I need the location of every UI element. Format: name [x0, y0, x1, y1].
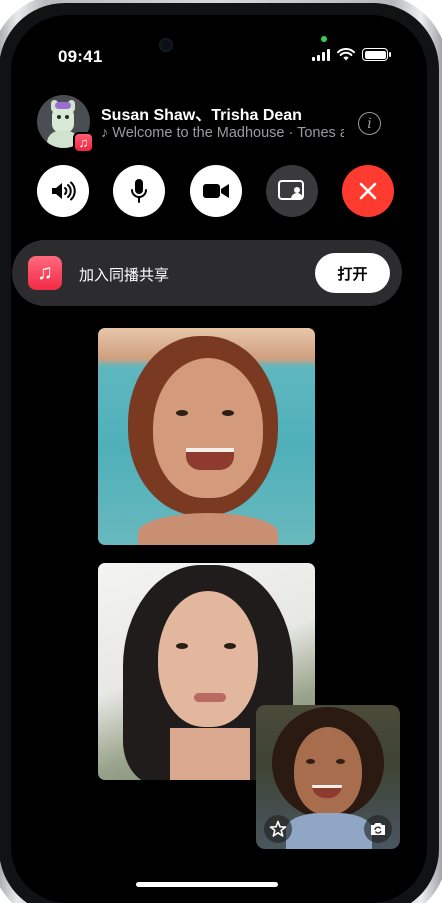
self-view-video[interactable] [256, 705, 400, 849]
shareplay-label: 加入同播共享 [79, 267, 170, 284]
close-icon [359, 182, 377, 200]
status-time: 09:41 [58, 47, 103, 66]
flip-camera-icon [371, 823, 385, 835]
battery-icon [362, 48, 391, 61]
facetime-screen: 09:41 ♫ Susan Shaw、Trisha Dean ♪ Welcome… [11, 15, 427, 903]
camera-in-use-indicator [321, 36, 327, 42]
apple-music-icon: ♫ [28, 256, 62, 290]
wifi-icon [337, 48, 355, 61]
microphone-icon [131, 179, 147, 203]
end-call-button[interactable] [342, 165, 394, 217]
open-shareplay-button[interactable]: 打开 [315, 253, 390, 293]
battery-level [364, 50, 386, 59]
phone-frame: 09:41 ♫ Susan Shaw、Trisha Dean ♪ Welcome… [0, 0, 442, 903]
video-camera-icon [203, 184, 229, 198]
call-participants[interactable]: Susan Shaw、Trisha Dean [101, 101, 302, 125]
effects-star-icon [269, 820, 287, 837]
signal-icon [312, 48, 330, 61]
effects-button[interactable] [264, 815, 292, 843]
front-camera [159, 38, 173, 52]
status-bar: 09:41 [11, 15, 427, 67]
shareplay-screen-icon [278, 180, 304, 200]
flip-camera-button[interactable] [364, 815, 392, 843]
apple-music-icon: ♫ [73, 132, 94, 153]
status-icons [312, 48, 391, 61]
now-playing-subtitle: ♪ Welcome to the Madhouse · Tones and I [101, 125, 344, 141]
home-indicator[interactable] [136, 882, 278, 887]
speaker-button[interactable] [37, 165, 89, 217]
phone-bezel: 09:41 ♫ Susan Shaw、Trisha Dean ♪ Welcome… [0, 3, 439, 903]
share-screen-button[interactable] [266, 165, 318, 217]
participant-video-susan[interactable] [98, 328, 315, 545]
mute-button[interactable] [113, 165, 165, 217]
shareplay-banner: ♫ 加入同播共享 打开 [12, 240, 402, 306]
call-controls [11, 165, 427, 217]
info-icon[interactable]: i [358, 112, 381, 135]
speaker-icon [52, 181, 76, 201]
camera-button[interactable] [190, 165, 242, 217]
